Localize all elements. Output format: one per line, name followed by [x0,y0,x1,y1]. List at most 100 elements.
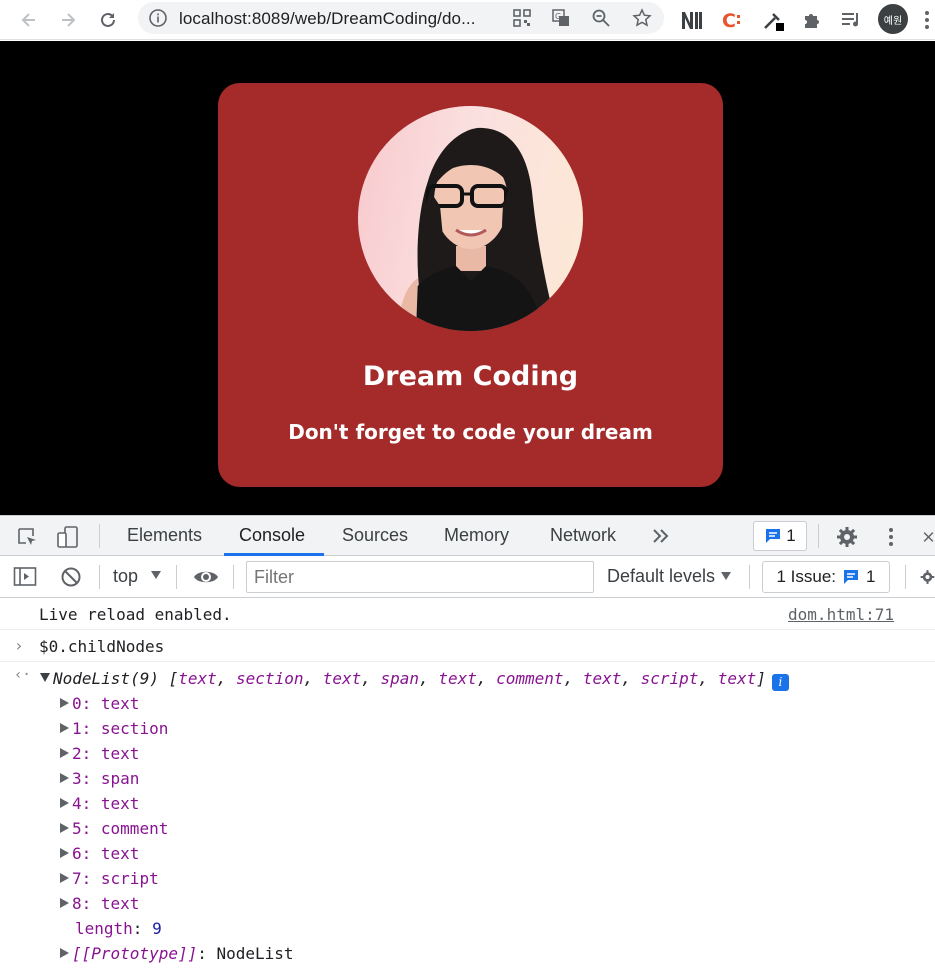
console-settings-gear-icon[interactable] [920,566,935,588]
nodelist-preview-item: text [178,669,217,688]
nodelist-preview-item: script [640,669,699,688]
log-levels-dropdown[interactable]: Default levels [607,566,732,587]
item-index: 0: [72,694,92,713]
zoom-icon[interactable] [590,7,612,29]
extension-c-icon[interactable]: C [717,5,747,35]
console-filter-bar: top Default levels 1 Issue: 1 [0,556,935,598]
tab-elements[interactable]: Elements [127,525,202,546]
toolbar-divider [818,524,819,548]
item-index: 7: [72,869,92,888]
toolbar-divider [749,565,750,589]
expand-triangle-icon[interactable] [60,773,69,783]
url-text: localhost:8089/web/DreamCoding/do... [179,9,476,28]
reading-list-icon[interactable] [836,5,866,35]
item-index: 6: [72,844,92,863]
reload-icon [101,12,115,27]
nodelist-item-row[interactable]: 7: script [0,869,935,894]
profile-card: Dream Coding Don't forget to code your d… [218,83,723,487]
nodelist-preview-item: comment [496,669,564,688]
console-output: Live reload enabled. dom.html:71 › $0.ch… [0,598,935,974]
browser-menu-icon[interactable] [918,5,935,35]
info-icon[interactable]: i [771,673,789,691]
expand-triangle-icon[interactable] [60,798,69,808]
site-info-icon[interactable] [148,8,168,28]
nodelist-item-row[interactable]: 0: text [0,694,935,719]
expand-triangle-icon[interactable] [60,823,69,833]
eyedropper-icon[interactable] [758,5,788,35]
item-value: script [100,869,159,888]
close-devtools-icon[interactable] [922,526,935,548]
qr-code-icon[interactable] [511,7,533,29]
nodelist-head: NodeList(9) [53,669,159,688]
item-value: comment [100,819,169,838]
tab-sources[interactable]: Sources [342,525,408,546]
expand-triangle-icon[interactable] [40,673,50,682]
inspect-element-icon[interactable] [14,524,40,550]
devtools-panel: Elements Console Sources Memory Network … [0,515,935,974]
devtools-tab-bar: Elements Console Sources Memory Network … [0,515,935,556]
expand-triangle-icon[interactable] [60,848,69,858]
item-value: span [100,769,140,788]
nodelist-item-row[interactable]: 1: section [0,719,935,744]
issues-count: 1 [866,567,876,586]
more-tabs-chevron-icon[interactable] [649,525,673,547]
profile-avatar[interactable]: 예원 [878,4,908,34]
caret-down-icon [151,571,161,579]
nodelist-item-row[interactable]: 3: span [0,769,935,794]
toolbar-divider [233,565,234,589]
show-sidebar-icon[interactable] [12,565,38,589]
page-viewport: Dream Coding Don't forget to code your d… [0,41,935,515]
item-value: section [100,719,169,738]
nodelist-item-row[interactable]: 8: text [0,894,935,919]
console-filter-input[interactable] [246,561,594,593]
nodelist-preview-item: span [380,669,420,688]
browser-toolbar: localhost:8089/web/DreamCoding/do... G C… [0,0,935,40]
translate-icon[interactable]: G [550,7,572,29]
nodelist-item-row[interactable]: 2: text [0,744,935,769]
devtools-menu-icon[interactable] [882,524,900,550]
extensions-puzzle-icon[interactable] [797,5,827,35]
expand-triangle-icon[interactable] [60,873,69,883]
nodelist-preview-item: section [236,669,304,688]
item-value: text [100,744,140,763]
prototype-value: NodeList [216,944,294,963]
nodelist-item-row[interactable]: 4: text [0,794,935,819]
reload-button[interactable] [93,5,123,35]
log-source-link[interactable]: dom.html:71 [788,605,894,624]
expand-triangle-icon[interactable] [60,748,69,758]
context-selector[interactable]: top [113,566,138,587]
device-toolbar-icon[interactable] [55,524,81,550]
card-subtitle: Don't forget to code your dream [288,420,653,444]
bookmark-star-icon[interactable] [631,7,653,29]
arrow-right-icon [62,13,76,27]
settings-gear-icon[interactable] [834,524,860,550]
nodelist-item-row[interactable]: 6: text [0,844,935,869]
address-bar[interactable]: localhost:8089/web/DreamCoding/do... G [138,2,664,34]
nodelist-item-row[interactable]: 5: comment [0,819,935,844]
live-expression-eye-icon[interactable] [192,565,220,589]
console-input-row: › $0.childNodes [0,630,935,662]
message-icon [766,529,781,543]
back-button[interactable] [14,5,44,35]
messages-counter[interactable]: 1 [753,521,807,551]
tab-network[interactable]: Network [550,525,616,546]
nodelist-result-row[interactable]: ‹· NodeList(9) [text, section, text, spa… [0,662,935,694]
card-title: Dream Coding [362,361,579,392]
expand-triangle-icon[interactable] [60,948,69,958]
item-index: 8: [72,894,92,913]
tab-console[interactable]: Console [239,525,305,546]
tab-memory[interactable]: Memory [444,525,509,546]
expand-triangle-icon[interactable] [60,698,69,708]
arrow-left-icon [21,13,35,27]
nodelist-preview: text, section, text, span, text, comment… [178,669,757,688]
expand-triangle-icon[interactable] [60,723,69,733]
expand-triangle-icon[interactable] [60,898,69,908]
extension-n-icon[interactable] [677,5,707,35]
console-command: $0.childNodes [39,637,165,656]
clear-console-icon[interactable] [58,565,84,589]
prototype-row[interactable]: [[Prototype]]: NodeList [0,944,935,969]
issues-button[interactable]: 1 Issue: 1 [762,561,890,593]
messages-count: 1 [786,526,796,545]
toolbar-divider [99,524,100,548]
forward-button[interactable] [53,5,83,35]
